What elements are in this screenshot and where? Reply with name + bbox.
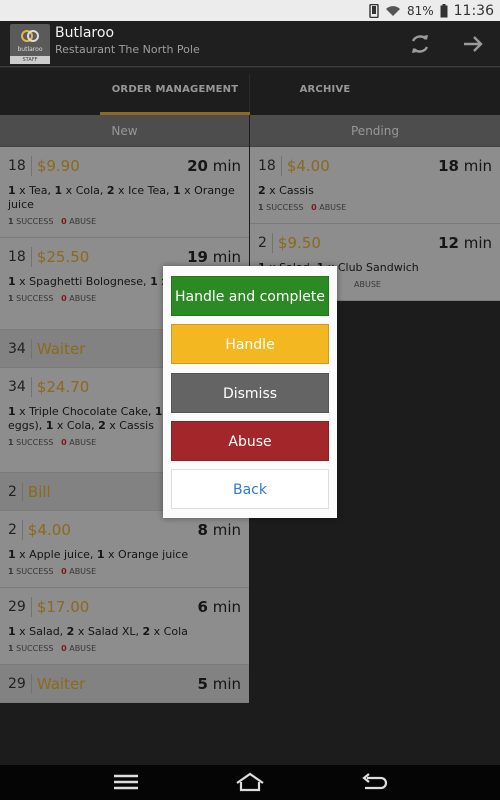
logo-rings-icon (21, 30, 39, 42)
clock: 11:36 (453, 2, 494, 19)
handle-button[interactable]: Handle (171, 324, 329, 364)
menu-icon[interactable] (111, 770, 141, 794)
logo-text: butlaroo (17, 46, 43, 53)
app-title: Butlaroo (55, 25, 115, 41)
battery-icon (440, 3, 448, 17)
arrow-right-icon[interactable] (460, 31, 486, 57)
order-action-dialog: Handle and complete Handle Dismiss Abuse… (163, 266, 337, 518)
logo-badge: STAFF (10, 56, 50, 64)
back-icon[interactable] (359, 770, 389, 794)
dismiss-button[interactable]: Dismiss (171, 373, 329, 413)
handle-and-complete-button[interactable]: Handle and complete (171, 276, 329, 316)
wifi-icon (385, 5, 400, 16)
status-bar: 81% 11:36 (0, 0, 500, 21)
home-icon[interactable] (235, 770, 265, 794)
abuse-button[interactable]: Abuse (171, 421, 329, 461)
battery-percent: 81% (406, 3, 434, 18)
refresh-icon[interactable] (407, 31, 433, 57)
app-bar: butlaroo STAFF Butlaroo Restaurant The N… (0, 21, 500, 67)
system-nav-bar (0, 765, 500, 800)
phone-icon (369, 3, 379, 18)
back-button[interactable]: Back (171, 469, 329, 509)
restaurant-name: Restaurant The North Pole (55, 43, 200, 56)
app-logo: butlaroo STAFF (10, 24, 50, 64)
